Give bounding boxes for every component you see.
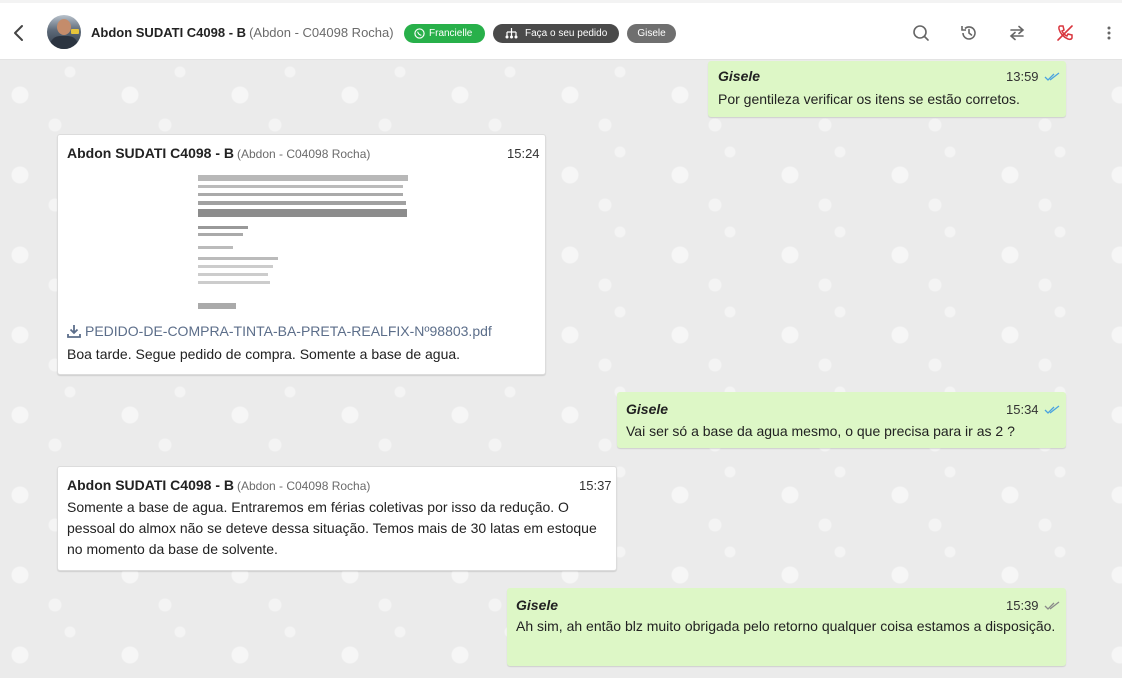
pdf-attachment-link[interactable]: PEDIDO-DE-COMPRA-TINTA-BA-PRETA-REALFIX-… xyxy=(67,323,492,339)
history-icon[interactable] xyxy=(959,23,979,43)
order-tag-label: Faça o seu pedido xyxy=(525,28,608,39)
message-sender: Gisele xyxy=(516,597,559,613)
message-text: Boa tarde. Segue pedido de compra. Somen… xyxy=(67,346,461,362)
contact-title[interactable]: Abdon SUDATI C4098 - B (Abdon - C04098 Ro… xyxy=(91,25,394,40)
message-text: Por gentileza verificar os itens se estã… xyxy=(718,91,1020,107)
message-text: Vai ser só a base da agua mesmo, o que p… xyxy=(626,423,1015,439)
message-text: Ah sim, ah então blz muito obrigada pelo… xyxy=(516,618,1056,634)
message-sender: Abdon SUDATI C4098 - B (Abdon - C04098 Ro… xyxy=(67,477,370,493)
search-icon[interactable] xyxy=(911,23,931,43)
flow-icon xyxy=(505,28,518,39)
end-call-icon[interactable] xyxy=(1055,23,1075,43)
pdf-filename: PEDIDO-DE-COMPRA-TINTA-BA-PRETA-REALFIX-… xyxy=(85,323,492,339)
read-ticks-icon xyxy=(1044,72,1060,81)
contact-name: Abdon SUDATI C4098 - B xyxy=(91,25,247,40)
message-sender: Abdon SUDATI C4098 - B (Abdon - C04098 Ro… xyxy=(67,145,370,161)
read-ticks-icon xyxy=(1044,405,1060,414)
message-bubble-outgoing[interactable]: Gisele 13:59 Por gentileza verificar os … xyxy=(708,61,1066,117)
message-sender: Gisele xyxy=(718,68,761,84)
user-tag[interactable]: Gisele xyxy=(627,24,676,43)
message-bubble-outgoing[interactable]: Gisele 15:39 Ah sim, ah então blz muito … xyxy=(507,588,1066,666)
message-time: 15:37 xyxy=(579,478,612,493)
chat-header: Abdon SUDATI C4098 - B (Abdon - C04098 Ro… xyxy=(0,0,1122,60)
order-tag[interactable]: Faça o seu pedido xyxy=(493,24,619,43)
whatsapp-icon xyxy=(414,28,425,39)
contact-subtitle: (Abdon - C04098 Rocha) xyxy=(249,25,394,40)
transfer-icon[interactable] xyxy=(1007,23,1027,43)
sender-name: Abdon SUDATI C4098 - B xyxy=(67,145,234,161)
pdf-preview[interactable] xyxy=(198,171,408,315)
agent-tag[interactable]: Francielle xyxy=(404,24,485,43)
avatar[interactable] xyxy=(47,15,81,49)
message-text: Somente a base de agua. Entraremos em fé… xyxy=(67,499,597,557)
message-bubble-outgoing[interactable]: Gisele 15:34 Vai ser só a base da agua m… xyxy=(617,392,1066,448)
sender-name: Abdon SUDATI C4098 - B xyxy=(67,477,234,493)
user-tag-label: Gisele xyxy=(637,28,666,39)
agent-tag-label: Francielle xyxy=(429,28,473,39)
delivered-ticks-icon xyxy=(1044,601,1060,610)
message-bubble-incoming[interactable]: Abdon SUDATI C4098 - B (Abdon - C04098 Ro… xyxy=(57,466,617,571)
download-icon xyxy=(67,325,81,338)
sender-subtitle: (Abdon - C04098 Rocha) xyxy=(236,147,371,161)
message-time: 15:34 xyxy=(1006,402,1039,417)
message-time: 15:39 xyxy=(1006,598,1039,613)
sender-subtitle: (Abdon - C04098 Rocha) xyxy=(236,479,371,493)
message-time: 15:24 xyxy=(507,146,540,161)
back-icon[interactable] xyxy=(10,21,30,45)
message-sender: Gisele xyxy=(626,401,669,417)
more-vert-icon[interactable] xyxy=(1103,23,1115,43)
message-bubble-incoming[interactable]: Abdon SUDATI C4098 - B (Abdon - C04098 Ro… xyxy=(57,134,546,375)
pdf-document-icon xyxy=(198,175,408,309)
message-time: 13:59 xyxy=(1006,69,1039,84)
